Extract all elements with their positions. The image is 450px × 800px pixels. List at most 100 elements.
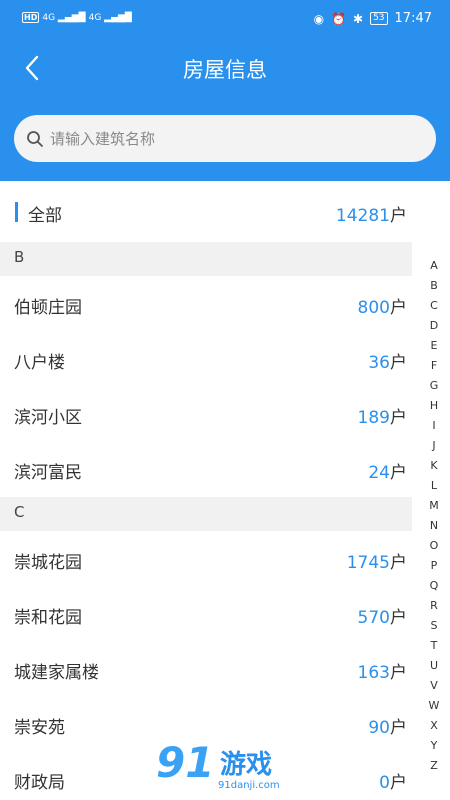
index-letter-w[interactable]: W	[424, 696, 444, 716]
status-bar: HD 4G ▂▄▆█ 4G ▂▄▆█ ◉ ⏰ ✱ 53 17:47	[0, 0, 450, 40]
all-count: 14281户	[336, 201, 407, 226]
list-item[interactable]: 滨河小区 189户	[0, 387, 412, 442]
household-count: 36户	[368, 348, 407, 373]
section-header-c: C	[0, 497, 412, 531]
list-item[interactable]: 崇城花园 1745户	[0, 532, 412, 587]
header-bar: HD 4G ▂▄▆█ 4G ▂▄▆█ ◉ ⏰ ✱ 53 17:47 房屋信息	[0, 0, 450, 181]
index-letter-g[interactable]: G	[424, 376, 444, 396]
count-value: 90	[368, 718, 390, 738]
building-name: 崇和花园	[14, 608, 82, 628]
list-item[interactable]: 八户楼 36户	[0, 332, 412, 387]
list-item[interactable]: 城建家属楼 163户	[0, 642, 412, 697]
building-name: 滨河富民	[14, 463, 82, 483]
count-value: 14281	[335, 206, 390, 226]
count-value: 800	[357, 298, 390, 318]
index-letter-t[interactable]: T	[424, 636, 444, 656]
household-count: 0户	[379, 768, 407, 793]
index-letter-y[interactable]: Y	[424, 736, 444, 756]
list-item[interactable]: 崇和花园 570户	[0, 587, 412, 642]
alphabet-index[interactable]: ABCDEFGHIJKLMNOPQRSTUVWXYZ	[424, 256, 444, 776]
section-letter: B	[14, 248, 25, 266]
index-letter-j[interactable]: J	[424, 436, 444, 456]
count-unit: 户	[390, 408, 407, 428]
search-box[interactable]	[14, 115, 436, 162]
all-buildings-row[interactable]: 全部 14281户	[0, 186, 450, 240]
signal-label-1: 4G	[42, 12, 56, 23]
index-letter-l[interactable]: L	[424, 476, 444, 496]
index-letter-n[interactable]: N	[424, 516, 444, 536]
index-letter-i[interactable]: I	[424, 416, 444, 436]
count-value: 163	[357, 663, 390, 683]
building-name: 伯顿庄园	[14, 298, 82, 318]
index-letter-a[interactable]: A	[424, 256, 444, 276]
section-header-b: B	[0, 242, 412, 276]
index-letter-f[interactable]: F	[424, 356, 444, 376]
household-count: 570户	[358, 603, 407, 628]
count-unit: 户	[390, 353, 407, 373]
count-value: 0	[379, 773, 390, 793]
alarm-icon: ⏰	[331, 11, 347, 26]
count-value: 1745	[346, 553, 390, 573]
count-unit: 户	[390, 463, 407, 483]
search-icon	[27, 130, 43, 147]
household-count: 24户	[368, 458, 407, 483]
index-letter-c[interactable]: C	[424, 296, 444, 316]
clock-time: 17:47	[394, 11, 432, 26]
hd-badge: HD	[22, 12, 40, 23]
search-input[interactable]	[50, 129, 410, 148]
count-value: 189	[357, 408, 390, 428]
list-item[interactable]: 伯顿庄园 800户	[0, 277, 412, 332]
building-name: 城建家属楼	[14, 663, 99, 683]
building-name: 财政局	[14, 773, 65, 793]
household-count: 1745户	[347, 548, 407, 573]
index-letter-z[interactable]: Z	[424, 756, 444, 776]
building-name: 滨河小区	[14, 408, 82, 428]
bluetooth-icon: ✱	[353, 11, 364, 26]
index-letter-m[interactable]: M	[424, 496, 444, 516]
index-letter-v[interactable]: V	[424, 676, 444, 696]
index-letter-e[interactable]: E	[424, 336, 444, 356]
household-count: 189户	[358, 403, 407, 428]
count-unit: 户	[390, 718, 407, 738]
signal-label-2: 4G	[88, 12, 102, 23]
household-count: 163户	[358, 658, 407, 683]
building-name: 崇安苑	[14, 718, 65, 738]
count-unit: 户	[390, 298, 407, 318]
building-name: 崇城花园	[14, 553, 82, 573]
all-label: 全部	[28, 206, 62, 226]
count-value: 570	[357, 608, 390, 628]
watermark-logo: 91 游戏 91danji.com	[156, 740, 296, 798]
index-letter-r[interactable]: R	[424, 596, 444, 616]
eye-icon: ◉	[313, 11, 325, 26]
battery-icon: 53	[370, 12, 388, 25]
list-item[interactable]: 滨河富民 24户	[0, 442, 412, 497]
index-letter-q[interactable]: Q	[424, 576, 444, 596]
count-unit: 户	[390, 553, 407, 573]
index-letter-k[interactable]: K	[424, 456, 444, 476]
watermark-number: 91	[156, 738, 215, 787]
index-letter-o[interactable]: O	[424, 536, 444, 556]
nav-bar: 房屋信息	[0, 40, 450, 98]
index-letter-h[interactable]: H	[424, 396, 444, 416]
count-value: 24	[368, 463, 390, 483]
index-letter-b[interactable]: B	[424, 276, 444, 296]
index-letter-x[interactable]: X	[424, 716, 444, 736]
count-value: 36	[368, 353, 390, 373]
count-unit: 户	[390, 773, 407, 793]
building-name: 八户楼	[14, 353, 65, 373]
watermark-url: 91danji.com	[218, 780, 280, 791]
household-count: 90户	[368, 713, 407, 738]
index-letter-p[interactable]: P	[424, 556, 444, 576]
count-unit: 户	[390, 608, 407, 628]
accent-bar	[15, 202, 18, 222]
page-title: 房屋信息	[183, 58, 267, 82]
index-letter-d[interactable]: D	[424, 316, 444, 336]
signal-icon-2: 4G ▂▄▆█	[88, 12, 132, 23]
count-unit: 户	[390, 663, 407, 683]
index-letter-u[interactable]: U	[424, 656, 444, 676]
signal-icon: 4G ▂▄▆█	[42, 12, 86, 23]
household-count: 800户	[358, 293, 407, 318]
count-unit: 户	[390, 206, 407, 226]
section-letter: C	[14, 503, 25, 521]
index-letter-s[interactable]: S	[424, 616, 444, 636]
